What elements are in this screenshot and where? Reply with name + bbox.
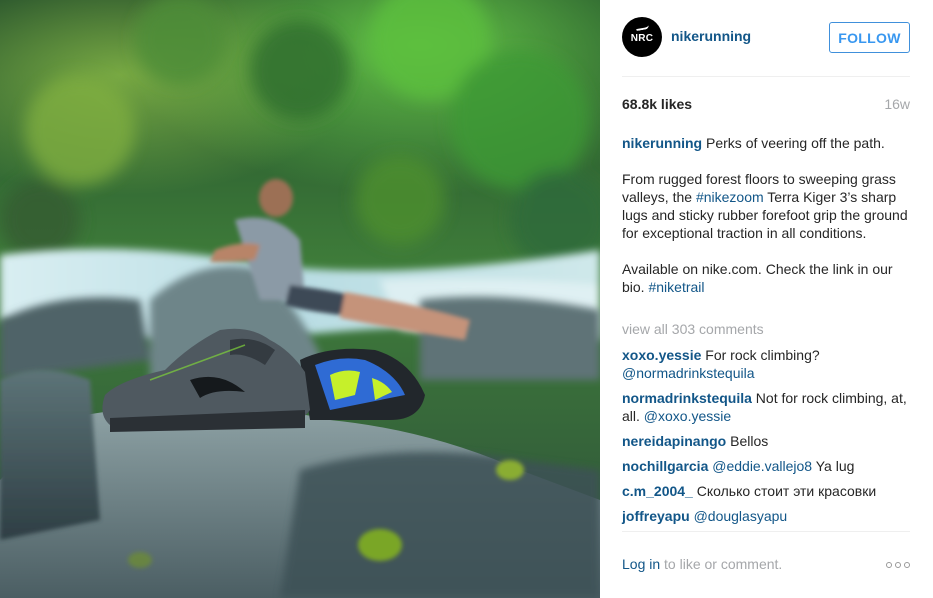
hashtag-link[interactable]: #nikezoom	[696, 189, 764, 205]
comment-mention[interactable]: @xoxo.yessie	[644, 408, 731, 424]
comment-username[interactable]: nereidapinango	[622, 433, 726, 449]
comment-item: normadrinkstequila Not for rock climbing…	[622, 389, 914, 425]
comment-username[interactable]: xoxo.yessie	[622, 347, 701, 363]
comment-username[interactable]: nochillgarcia	[622, 458, 708, 474]
login-prompt: Log in to like or comment.	[622, 556, 782, 572]
comment-item: xoxo.yessie For rock climbing? @normadri…	[622, 346, 914, 382]
login-prompt-text: to like or comment.	[660, 556, 783, 572]
dot-icon	[886, 562, 892, 568]
comment-item: joffreyapu @douglasyapu	[622, 507, 914, 525]
post-photo[interactable]	[0, 0, 600, 598]
post-side-panel: NRC nikerunning FOLLOW 68.8k likes 16w n…	[600, 0, 933, 598]
comment-text: Сколько стоит эти красовки	[692, 483, 877, 499]
comments-list: xoxo.yessie For rock climbing? @normadri…	[622, 346, 914, 532]
comment-username[interactable]: normadrinkstequila	[622, 390, 752, 406]
comment-item: c.m_2004_ Сколько стоит эти красовки	[622, 482, 914, 500]
login-link[interactable]: Log in	[622, 556, 660, 572]
avatar-text: NRC	[630, 33, 654, 44]
trail-shoe-photo	[0, 0, 600, 598]
dot-icon	[895, 562, 901, 568]
header-username[interactable]: nikerunning	[671, 28, 751, 44]
dot-icon	[904, 562, 910, 568]
follow-button[interactable]: FOLLOW	[829, 22, 910, 53]
caption-text: Perks of veering off the path.	[706, 135, 885, 151]
comment-username[interactable]: joffreyapu	[622, 508, 690, 524]
post-header: NRC nikerunning FOLLOW	[622, 0, 910, 77]
caption-paragraph: Available on nike.com. Check the link in…	[622, 260, 914, 296]
post-age[interactable]: 16w	[884, 96, 910, 112]
comment-item: nereidapinango Bellos	[622, 432, 914, 450]
comment-text: Ya lug	[812, 458, 855, 474]
comment-mention[interactable]: @douglasyapu	[694, 508, 788, 524]
more-options-icon[interactable]	[886, 559, 910, 571]
caption-username[interactable]: nikerunning	[622, 135, 702, 151]
post-stats: 68.8k likes 16w	[622, 96, 910, 116]
hashtag-link[interactable]: #niketrail	[648, 279, 704, 295]
comment-text: For rock climbing?	[701, 347, 820, 363]
avatar[interactable]: NRC	[622, 17, 662, 57]
post-caption: nikerunning Perks of veering off the pat…	[622, 134, 914, 296]
comment-text: Bellos	[726, 433, 769, 449]
comment-item: nochillgarcia @eddie.vallejo8 Ya lug	[622, 457, 914, 475]
likes-count[interactable]: 68.8k likes	[622, 96, 692, 112]
caption-paragraph: From rugged forest floors to sweeping gr…	[622, 170, 914, 242]
view-all-comments-link[interactable]: view all 303 comments	[622, 321, 764, 337]
caption-line: nikerunning Perks of veering off the pat…	[622, 134, 914, 152]
comment-username[interactable]: c.m_2004_	[622, 483, 693, 499]
swoosh-icon	[635, 24, 650, 32]
post-footer: Log in to like or comment.	[622, 531, 910, 598]
comment-mention[interactable]: @normadrinkstequila	[622, 365, 755, 381]
comment-mention[interactable]: @eddie.vallejo8	[712, 458, 812, 474]
